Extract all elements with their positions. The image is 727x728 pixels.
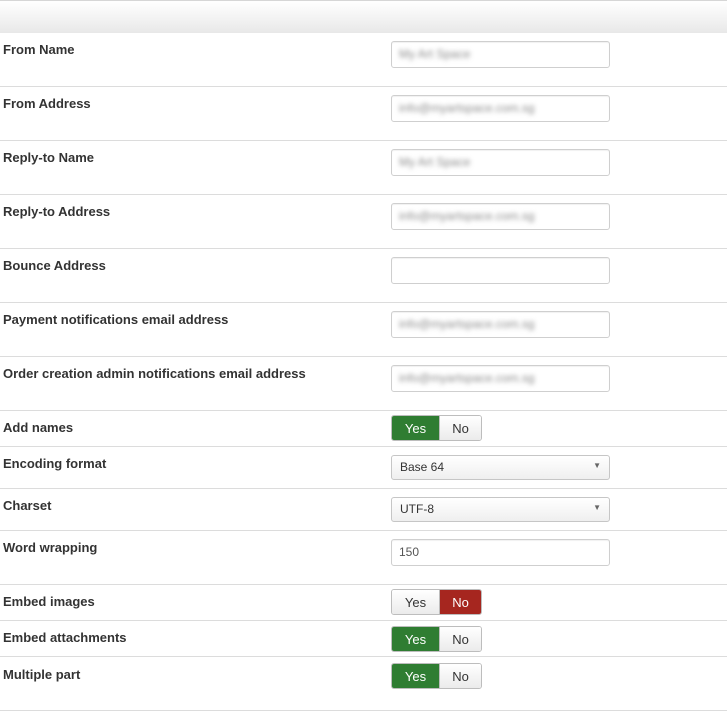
payment-notifications-label: Payment notifications email address: [3, 312, 229, 327]
embed-attachments-yes-button[interactable]: Yes: [392, 627, 439, 651]
add-names-label: Add names: [3, 420, 74, 435]
word-wrapping-input[interactable]: 150: [391, 539, 610, 566]
multiple-part-label: Multiple part: [3, 667, 81, 682]
add-names-no-button[interactable]: No: [439, 416, 481, 440]
replyto-name-input[interactable]: My Art Space: [391, 149, 610, 176]
replyto-name-value: My Art Space: [399, 155, 471, 169]
row-from-address: From Address info@myartspace.com.sg: [0, 87, 727, 141]
encoding-format-label: Encoding format: [3, 456, 107, 471]
embed-images-no-button[interactable]: No: [439, 590, 481, 614]
row-add-names: Add names Yes No: [0, 411, 727, 447]
replyto-address-value: info@myartspace.com.sg: [399, 209, 535, 223]
from-name-label: From Name: [3, 42, 75, 57]
word-wrapping-value: 150: [399, 545, 420, 559]
replyto-name-label: Reply-to Name: [3, 150, 95, 165]
row-encoding-format: Encoding format Base 64 ▼: [0, 447, 727, 489]
row-word-wrapping: Word wrapping 150: [0, 531, 727, 585]
row-order-notifications: Order creation admin notifications email…: [0, 357, 727, 411]
from-address-value: info@myartspace.com.sg: [399, 101, 535, 115]
row-embed-images: Embed images Yes No: [0, 585, 727, 621]
row-replyto-address: Reply-to Address info@myartspace.com.sg: [0, 195, 727, 249]
row-replyto-name: Reply-to Name My Art Space: [0, 141, 727, 195]
row-embed-attachments: Embed attachments Yes No: [0, 621, 727, 657]
encoding-format-select[interactable]: Base 64 ▼: [391, 455, 610, 480]
encoding-format-value: Base 64: [400, 460, 445, 474]
charset-select[interactable]: UTF-8 ▼: [391, 497, 610, 522]
from-name-input[interactable]: My Art Space: [391, 41, 610, 68]
replyto-address-label: Reply-to Address: [3, 204, 111, 219]
embed-attachments-label: Embed attachments: [3, 630, 127, 645]
charset-label: Charset: [3, 498, 52, 513]
embed-images-label: Embed images: [3, 594, 95, 609]
payment-notifications-value: info@myartspace.com.sg: [399, 317, 535, 331]
charset-value: UTF-8: [400, 502, 434, 516]
chevron-down-icon: ▼: [593, 461, 601, 470]
row-from-name: From Name My Art Space: [0, 33, 727, 87]
multiple-part-yes-button[interactable]: Yes: [392, 664, 439, 688]
panel-header: [0, 0, 727, 33]
order-notifications-label: Order creation admin notifications email…: [3, 366, 306, 381]
add-names-yes-button[interactable]: Yes: [392, 416, 439, 440]
bounce-address-input[interactable]: [391, 257, 610, 284]
replyto-address-input[interactable]: info@myartspace.com.sg: [391, 203, 610, 230]
row-bounce-address: Bounce Address: [0, 249, 727, 303]
row-multiple-part: Multiple part Yes No: [0, 657, 727, 711]
order-notifications-input[interactable]: info@myartspace.com.sg: [391, 365, 610, 392]
embed-attachments-no-button[interactable]: No: [439, 627, 481, 651]
embed-attachments-toggle: Yes No: [391, 626, 482, 652]
bounce-address-label: Bounce Address: [3, 258, 106, 273]
payment-notifications-input[interactable]: info@myartspace.com.sg: [391, 311, 610, 338]
word-wrapping-label: Word wrapping: [3, 540, 98, 555]
embed-images-toggle: Yes No: [391, 589, 482, 615]
row-payment-notifications: Payment notifications email address info…: [0, 303, 727, 357]
multiple-part-toggle: Yes No: [391, 663, 482, 689]
row-charset: Charset UTF-8 ▼: [0, 489, 727, 531]
chevron-down-icon: ▼: [593, 503, 601, 512]
from-name-value: My Art Space: [399, 47, 471, 61]
from-address-label: From Address: [3, 96, 91, 111]
order-notifications-value: info@myartspace.com.sg: [399, 371, 535, 385]
embed-images-yes-button[interactable]: Yes: [392, 590, 439, 614]
add-names-toggle: Yes No: [391, 415, 482, 441]
from-address-input[interactable]: info@myartspace.com.sg: [391, 95, 610, 122]
multiple-part-no-button[interactable]: No: [439, 664, 481, 688]
